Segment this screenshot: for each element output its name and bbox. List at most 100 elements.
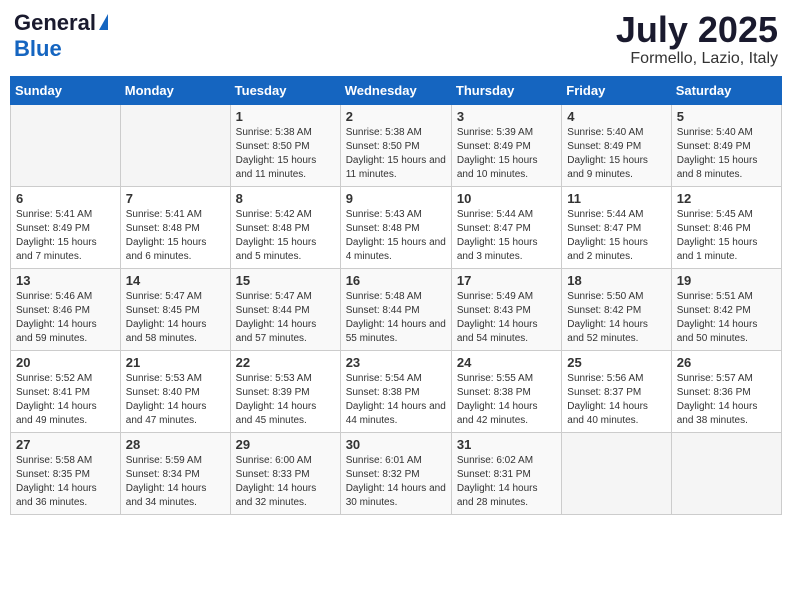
calendar-cell: 20 Sunrise: 5:52 AM Sunset: 8:41 PM Dayli… bbox=[11, 350, 121, 432]
calendar-cell: 9Sunrise: 5:43 AM Sunset: 8:48 PM Daylig… bbox=[340, 186, 451, 268]
day-number: 18 bbox=[567, 273, 665, 288]
weekday-header-saturday: Saturday bbox=[671, 76, 781, 104]
calendar-cell: 1 Sunrise: 5:38 AM Sunset: 8:50 PM Daylig… bbox=[230, 104, 340, 186]
day-number: 4 bbox=[567, 109, 665, 124]
weekday-header-monday: Monday bbox=[120, 76, 230, 104]
calendar-cell: 5 Sunrise: 5:40 AM Sunset: 8:49 PM Daylig… bbox=[671, 104, 781, 186]
calendar-week-4: 20 Sunrise: 5:52 AM Sunset: 8:41 PM Dayli… bbox=[11, 350, 782, 432]
weekday-header-sunday: Sunday bbox=[11, 76, 121, 104]
day-info: Sunrise: 5:47 AM Sunset: 8:45 PM Dayligh… bbox=[126, 290, 225, 346]
day-number: 1 bbox=[236, 109, 335, 124]
day-info: Sunrise: 5:38 AM Sunset: 8:50 PM Dayligh… bbox=[346, 126, 446, 182]
day-info: Sunrise: 5:47 AM Sunset: 8:44 PM Dayligh… bbox=[236, 290, 335, 346]
calendar-cell: 28Sunrise: 5:59 AM Sunset: 8:34 PM Dayli… bbox=[120, 432, 230, 514]
calendar-cell: 19 Sunrise: 5:51 AM Sunset: 8:42 PM Dayli… bbox=[671, 268, 781, 350]
day-info: Sunrise: 5:40 AM Sunset: 8:49 PM Dayligh… bbox=[677, 126, 776, 182]
day-info: Sunrise: 5:39 AM Sunset: 8:49 PM Dayligh… bbox=[457, 126, 556, 182]
day-number: 8 bbox=[236, 191, 335, 206]
day-info: Sunrise: 5:56 AM Sunset: 8:37 PM Dayligh… bbox=[567, 372, 665, 428]
calendar-cell: 6 Sunrise: 5:41 AM Sunset: 8:49 PM Daylig… bbox=[11, 186, 121, 268]
day-number: 17 bbox=[457, 273, 556, 288]
calendar-cell: 11Sunrise: 5:44 AM Sunset: 8:47 PM Dayli… bbox=[562, 186, 671, 268]
calendar-cell: 15 Sunrise: 5:47 AM Sunset: 8:44 PM Dayli… bbox=[230, 268, 340, 350]
calendar-cell: 27 Sunrise: 5:58 AM Sunset: 8:35 PM Dayli… bbox=[11, 432, 121, 514]
logo-triangle-icon bbox=[99, 14, 108, 30]
calendar-cell: 31 Sunrise: 6:02 AM Sunset: 8:31 PM Dayli… bbox=[451, 432, 561, 514]
day-number: 15 bbox=[236, 273, 335, 288]
day-number: 6 bbox=[16, 191, 115, 206]
calendar-cell: 17 Sunrise: 5:49 AM Sunset: 8:43 PM Dayli… bbox=[451, 268, 561, 350]
calendar-cell: 21Sunrise: 5:53 AM Sunset: 8:40 PM Dayli… bbox=[120, 350, 230, 432]
day-info: Sunrise: 5:45 AM Sunset: 8:46 PM Dayligh… bbox=[677, 208, 776, 264]
logo-general: General bbox=[14, 10, 96, 36]
month-year-title: July 2025 bbox=[616, 10, 778, 50]
day-number: 13 bbox=[16, 273, 115, 288]
day-info: Sunrise: 5:38 AM Sunset: 8:50 PM Dayligh… bbox=[236, 126, 335, 182]
day-info: Sunrise: 5:41 AM Sunset: 8:49 PM Dayligh… bbox=[16, 208, 115, 264]
day-number: 3 bbox=[457, 109, 556, 124]
calendar-table: SundayMondayTuesdayWednesdayThursdayFrid… bbox=[10, 76, 782, 515]
calendar-cell: 10 Sunrise: 5:44 AM Sunset: 8:47 PM Dayli… bbox=[451, 186, 561, 268]
day-info: Sunrise: 5:40 AM Sunset: 8:49 PM Dayligh… bbox=[567, 126, 665, 182]
calendar-week-2: 6 Sunrise: 5:41 AM Sunset: 8:49 PM Daylig… bbox=[11, 186, 782, 268]
logo-blue: Blue bbox=[14, 36, 62, 62]
calendar-cell: 25 Sunrise: 5:56 AM Sunset: 8:37 PM Dayli… bbox=[562, 350, 671, 432]
day-info: Sunrise: 6:02 AM Sunset: 8:31 PM Dayligh… bbox=[457, 454, 556, 510]
calendar-cell: 22 Sunrise: 5:53 AM Sunset: 8:39 PM Dayli… bbox=[230, 350, 340, 432]
calendar-cell: 26 Sunrise: 5:57 AM Sunset: 8:36 PM Dayli… bbox=[671, 350, 781, 432]
title-section: July 2025 Formello, Lazio, Italy bbox=[616, 10, 778, 68]
calendar-cell bbox=[671, 432, 781, 514]
day-number: 16 bbox=[346, 273, 446, 288]
calendar-cell: 30Sunrise: 6:01 AM Sunset: 8:32 PM Dayli… bbox=[340, 432, 451, 514]
calendar-week-3: 13 Sunrise: 5:46 AM Sunset: 8:46 PM Dayli… bbox=[11, 268, 782, 350]
weekday-header-row: SundayMondayTuesdayWednesdayThursdayFrid… bbox=[11, 76, 782, 104]
calendar-cell: 2 Sunrise: 5:38 AM Sunset: 8:50 PM Daylig… bbox=[340, 104, 451, 186]
day-number: 31 bbox=[457, 437, 556, 452]
weekday-header-tuesday: Tuesday bbox=[230, 76, 340, 104]
weekday-header-thursday: Thursday bbox=[451, 76, 561, 104]
day-info: Sunrise: 5:44 AM Sunset: 8:47 PM Dayligh… bbox=[457, 208, 556, 264]
day-number: 30 bbox=[346, 437, 446, 452]
day-info: Sunrise: 5:52 AM Sunset: 8:41 PM Dayligh… bbox=[16, 372, 115, 428]
calendar-cell: 23 Sunrise: 5:54 AM Sunset: 8:38 PM Dayli… bbox=[340, 350, 451, 432]
day-number: 26 bbox=[677, 355, 776, 370]
calendar-cell: 16 Sunrise: 5:48 AM Sunset: 8:44 PM Dayli… bbox=[340, 268, 451, 350]
weekday-header-wednesday: Wednesday bbox=[340, 76, 451, 104]
day-number: 20 bbox=[16, 355, 115, 370]
calendar-cell: 13 Sunrise: 5:46 AM Sunset: 8:46 PM Dayli… bbox=[11, 268, 121, 350]
day-number: 7 bbox=[126, 191, 225, 206]
day-number: 28 bbox=[126, 437, 225, 452]
day-info: Sunrise: 5:55 AM Sunset: 8:38 PM Dayligh… bbox=[457, 372, 556, 428]
calendar-cell: 7 Sunrise: 5:41 AM Sunset: 8:48 PM Daylig… bbox=[120, 186, 230, 268]
day-number: 19 bbox=[677, 273, 776, 288]
day-number: 10 bbox=[457, 191, 556, 206]
location-subtitle: Formello, Lazio, Italy bbox=[616, 50, 778, 68]
day-info: Sunrise: 5:41 AM Sunset: 8:48 PM Dayligh… bbox=[126, 208, 225, 264]
day-info: Sunrise: 6:00 AM Sunset: 8:33 PM Dayligh… bbox=[236, 454, 335, 510]
page-header: General Blue July 2025 Formello, Lazio, … bbox=[10, 10, 782, 68]
day-info: Sunrise: 5:46 AM Sunset: 8:46 PM Dayligh… bbox=[16, 290, 115, 346]
day-info: Sunrise: 5:49 AM Sunset: 8:43 PM Dayligh… bbox=[457, 290, 556, 346]
day-number: 12 bbox=[677, 191, 776, 206]
day-info: Sunrise: 5:53 AM Sunset: 8:39 PM Dayligh… bbox=[236, 372, 335, 428]
calendar-cell: 29Sunrise: 6:00 AM Sunset: 8:33 PM Dayli… bbox=[230, 432, 340, 514]
day-number: 25 bbox=[567, 355, 665, 370]
day-info: Sunrise: 5:58 AM Sunset: 8:35 PM Dayligh… bbox=[16, 454, 115, 510]
day-number: 14 bbox=[126, 273, 225, 288]
day-number: 22 bbox=[236, 355, 335, 370]
calendar-cell bbox=[11, 104, 121, 186]
day-number: 5 bbox=[677, 109, 776, 124]
day-info: Sunrise: 5:51 AM Sunset: 8:42 PM Dayligh… bbox=[677, 290, 776, 346]
day-info: Sunrise: 5:57 AM Sunset: 8:36 PM Dayligh… bbox=[677, 372, 776, 428]
day-info: Sunrise: 5:53 AM Sunset: 8:40 PM Dayligh… bbox=[126, 372, 225, 428]
day-info: Sunrise: 5:48 AM Sunset: 8:44 PM Dayligh… bbox=[346, 290, 446, 346]
day-info: Sunrise: 5:54 AM Sunset: 8:38 PM Dayligh… bbox=[346, 372, 446, 428]
day-number: 27 bbox=[16, 437, 115, 452]
calendar-cell: 18Sunrise: 5:50 AM Sunset: 8:42 PM Dayli… bbox=[562, 268, 671, 350]
day-number: 24 bbox=[457, 355, 556, 370]
day-info: Sunrise: 5:42 AM Sunset: 8:48 PM Dayligh… bbox=[236, 208, 335, 264]
day-number: 2 bbox=[346, 109, 446, 124]
calendar-cell bbox=[120, 104, 230, 186]
day-info: Sunrise: 5:44 AM Sunset: 8:47 PM Dayligh… bbox=[567, 208, 665, 264]
day-number: 23 bbox=[346, 355, 446, 370]
